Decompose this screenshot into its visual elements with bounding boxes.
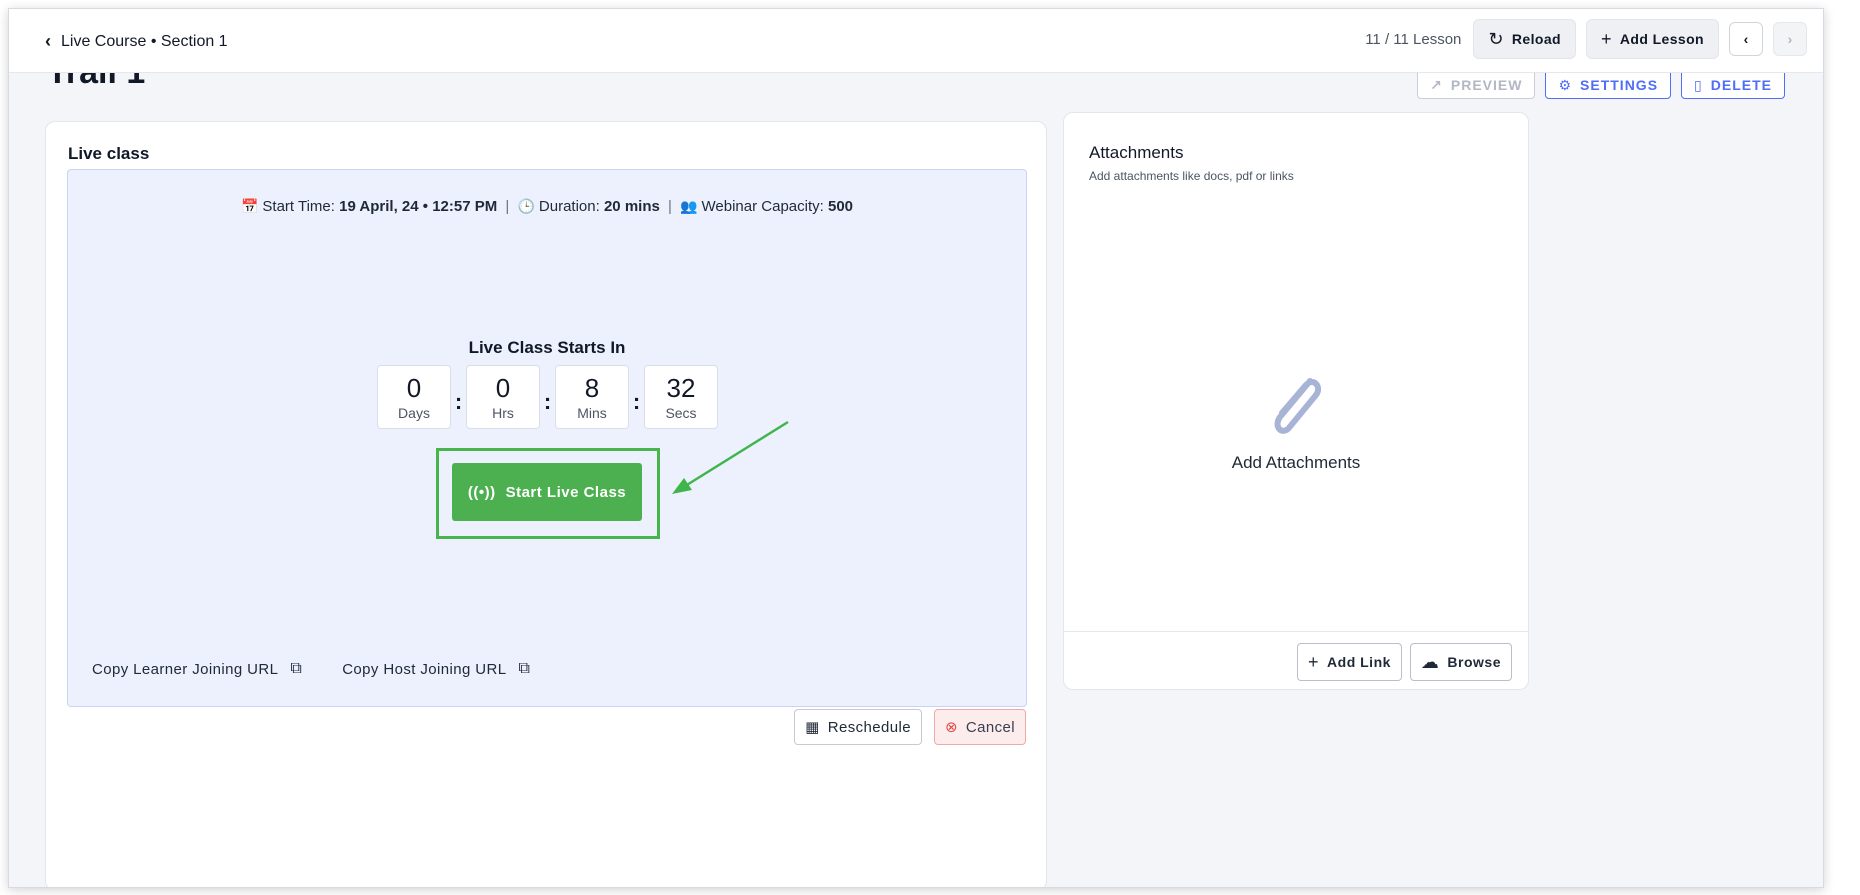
attachments-divider: [1064, 631, 1528, 632]
plus-icon: +: [1308, 651, 1320, 672]
calendar-icon: ▦: [805, 719, 820, 736]
start-time-value: 19 April, 24 • 12:57 PM: [339, 198, 498, 215]
copy-icon: ⧉: [518, 660, 531, 677]
countdown-heading: Live Class Starts In: [468, 338, 626, 357]
top-bar: ‹ Live Course • Section 1 11 / 11 Lesson…: [9, 9, 1823, 73]
chevron-left-icon: ‹: [45, 31, 51, 51]
close-circle-icon: ⊗: [944, 719, 958, 736]
reload-button[interactable]: ↻ Reload: [1473, 19, 1576, 59]
calendar-icon: 📅: [240, 198, 259, 214]
reschedule-button[interactable]: ▦ Reschedule: [794, 709, 922, 745]
attachments-card: Attachments Add attachments like docs, p…: [1063, 112, 1529, 690]
add-attachments-label: Add Attachments: [1231, 453, 1361, 472]
breadcrumb[interactable]: ‹ Live Course • Section 1: [45, 31, 228, 52]
attachments-title: Attachments: [1089, 143, 1184, 162]
duration-value: 20 mins: [603, 198, 660, 215]
live-class-meta: 📅 Start Time: 19 April, 24 • 12:57 PM | 🕒…: [240, 198, 854, 215]
paperclip-icon: [1274, 378, 1322, 434]
countdown-hours: 0 Hrs: [466, 365, 540, 429]
chevron-left-icon: ‹: [1743, 31, 1749, 47]
countdown-minutes: 8 Mins: [555, 365, 629, 429]
attachments-subtitle: Add attachments like docs, pdf or links: [1089, 169, 1294, 183]
external-link-icon: ↗: [1430, 76, 1443, 93]
countdown-timer: 0 Days : 0 Hrs : 8 Mins : 32 Secs: [377, 365, 718, 429]
live-class-card: Live class 📅 Start Time: 19 April, 24 • 1…: [45, 121, 1047, 887]
countdown-days: 0 Days: [377, 365, 451, 429]
live-class-footer-actions: ▦ Reschedule ⊗ Cancel: [794, 709, 1026, 745]
cloud-upload-icon: ☁: [1420, 651, 1440, 672]
copy-host-url-button[interactable]: Copy Host Joining URL ⧉: [342, 660, 530, 678]
add-link-button[interactable]: + Add Link: [1297, 643, 1402, 681]
gear-icon: ⚙: [1558, 76, 1573, 93]
capacity-value: 500: [827, 198, 854, 215]
next-lesson-button[interactable]: ›: [1773, 22, 1807, 56]
users-icon: 👥: [680, 198, 698, 214]
clock-icon: 🕒: [517, 198, 535, 214]
add-lesson-button[interactable]: + Add Lesson: [1585, 19, 1719, 59]
browse-button[interactable]: ☁ Browse: [1409, 643, 1512, 681]
breadcrumb-label: Live Course • Section 1: [61, 32, 228, 50]
copy-url-row: Copy Learner Joining URL ⧉ Copy Host Joi…: [92, 660, 530, 678]
start-live-class-button[interactable]: ((•)) Start Live Class: [452, 463, 642, 521]
chevron-right-icon: ›: [1787, 31, 1793, 47]
live-class-title: Live class: [68, 144, 150, 163]
lesson-count: 11 / 11 Lesson: [1365, 30, 1462, 48]
copy-icon: ⧉: [290, 660, 303, 677]
live-class-panel: 📅 Start Time: 19 April, 24 • 12:57 PM | 🕒…: [67, 169, 1027, 707]
broadcast-icon: ((•)): [467, 483, 496, 501]
trash-icon: ▯: [1694, 76, 1703, 93]
plus-icon: +: [1600, 28, 1612, 49]
annotation-arrow-icon: [672, 420, 789, 494]
cancel-button[interactable]: ⊗ Cancel: [933, 709, 1026, 745]
previous-lesson-button[interactable]: ‹: [1729, 22, 1763, 56]
copy-learner-url-button[interactable]: Copy Learner Joining URL ⧉: [92, 660, 302, 678]
refresh-icon: ↻: [1488, 28, 1504, 49]
attachments-actions: + Add Link ☁ Browse: [1297, 643, 1512, 681]
top-bar-actions: 11 / 11 Lesson ↻ Reload + Add Lesson ‹ ›: [1365, 19, 1807, 59]
app-window: Trail 1 ↗ PREVIEW ⚙ SETTINGS ▯ DELETE ‹ …: [8, 8, 1824, 888]
